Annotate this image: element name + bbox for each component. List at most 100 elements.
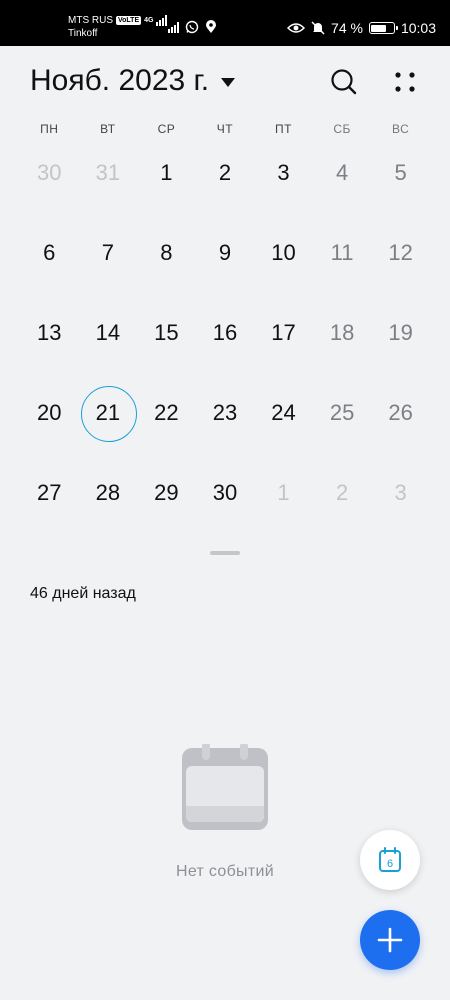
day-cell[interactable]: 30 bbox=[20, 144, 79, 202]
day-cell[interactable]: 30 bbox=[196, 464, 255, 522]
month-selector[interactable]: Нояб. 2023 г. bbox=[30, 64, 236, 98]
day-cell[interactable]: 16 bbox=[196, 304, 255, 362]
carrier-primary: MTS RUS bbox=[68, 15, 113, 26]
weekday-label: ВТ bbox=[100, 122, 116, 136]
day-cell[interactable]: 13 bbox=[20, 304, 79, 362]
whatsapp-icon bbox=[185, 20, 199, 34]
day-cell[interactable]: 1 bbox=[137, 144, 196, 202]
day-cell[interactable]: 18 bbox=[313, 304, 372, 362]
signal-icon bbox=[168, 21, 179, 33]
clock: 10:03 bbox=[400, 20, 436, 36]
weekday-label: ПТ bbox=[275, 122, 293, 136]
day-cell[interactable]: 17 bbox=[254, 304, 313, 362]
day-cell-today[interactable]: 21 bbox=[79, 384, 138, 442]
day-number: 24 bbox=[271, 400, 296, 425]
day-cell[interactable]: 26 bbox=[371, 384, 430, 442]
day-cell[interactable]: 1 bbox=[254, 464, 313, 522]
week-row: 27 28 29 30 1 2 3 bbox=[20, 464, 430, 544]
day-number: 20 bbox=[37, 400, 62, 425]
weekday-label: СР bbox=[157, 122, 176, 136]
day-number: 23 bbox=[212, 400, 238, 425]
day-number: 14 bbox=[95, 320, 121, 345]
today-button[interactable]: 6 bbox=[360, 830, 420, 890]
day-cell[interactable]: 10 bbox=[254, 224, 313, 282]
day-number: 27 bbox=[37, 480, 62, 505]
day-cell[interactable]: 3 bbox=[371, 464, 430, 522]
day-cell[interactable]: 9 bbox=[196, 224, 255, 282]
search-icon[interactable] bbox=[328, 66, 360, 98]
day-cell[interactable]: 12 bbox=[371, 224, 430, 282]
day-number: 26 bbox=[388, 400, 413, 425]
month-title: Нояб. 2023 г. bbox=[30, 64, 210, 97]
day-number: 29 bbox=[154, 480, 179, 505]
weekday-label: СБ bbox=[333, 122, 351, 136]
day-cell[interactable]: 11 bbox=[313, 224, 372, 282]
week-row: 6 7 8 9 10 11 12 bbox=[20, 224, 430, 304]
day-cell[interactable]: 7 bbox=[79, 224, 138, 282]
day-cell[interactable]: 4 bbox=[313, 144, 372, 202]
drag-handle[interactable] bbox=[210, 551, 240, 555]
day-number: 31 bbox=[95, 160, 121, 185]
day-number: 8 bbox=[160, 240, 173, 265]
day-number: 1 bbox=[277, 480, 290, 505]
day-number: 9 bbox=[218, 240, 232, 265]
eye-icon bbox=[287, 23, 306, 33]
weekday-label: ЧТ bbox=[216, 122, 234, 136]
day-cell[interactable]: 14 bbox=[79, 304, 138, 362]
day-cell[interactable]: 2 bbox=[196, 144, 255, 202]
add-event-button[interactable] bbox=[360, 910, 420, 970]
day-cell[interactable]: 5 bbox=[371, 144, 430, 202]
day-cell[interactable]: 15 bbox=[137, 304, 196, 362]
day-cell[interactable]: 22 bbox=[137, 384, 196, 442]
day-cell[interactable]: 19 bbox=[371, 304, 430, 362]
day-number: 6 bbox=[43, 240, 56, 265]
day-number: 15 bbox=[154, 320, 179, 345]
day-number: 30 bbox=[212, 480, 238, 505]
day-cell[interactable]: 20 bbox=[20, 384, 79, 442]
week-row: 13 14 15 16 17 18 19 bbox=[20, 304, 430, 384]
day-number: 5 bbox=[394, 160, 407, 185]
day-number: 3 bbox=[277, 160, 290, 185]
today-calendar-icon: 6 bbox=[379, 847, 401, 872]
battery-icon bbox=[368, 22, 398, 34]
battery-percent: 74 % bbox=[331, 20, 363, 36]
day-cell[interactable]: 24 bbox=[254, 384, 313, 442]
weekday-label: ВС bbox=[392, 122, 410, 136]
more-dots-icon[interactable] bbox=[388, 66, 422, 100]
carrier-info: MTS RUS VoLTE 4G Tinkoff bbox=[68, 14, 168, 40]
day-number: 10 bbox=[271, 240, 296, 265]
day-number: 2 bbox=[218, 160, 232, 185]
day-cell[interactable]: 29 bbox=[137, 464, 196, 522]
day-number: 4 bbox=[335, 160, 349, 185]
day-number: 1 bbox=[160, 160, 173, 185]
day-number: 17 bbox=[271, 320, 296, 345]
day-number: 22 bbox=[154, 400, 179, 425]
calendar-empty-icon bbox=[182, 744, 268, 830]
day-cell[interactable]: 31 bbox=[79, 144, 138, 202]
day-number: 12 bbox=[388, 240, 413, 265]
day-cell[interactable]: 28 bbox=[79, 464, 138, 522]
day-number: 3 bbox=[394, 480, 407, 505]
day-number: 11 bbox=[330, 240, 354, 265]
selected-date-info: 46 дней назад bbox=[30, 585, 136, 602]
day-cell[interactable]: 27 bbox=[20, 464, 79, 522]
day-cell[interactable]: 6 bbox=[20, 224, 79, 282]
day-number: 25 bbox=[329, 400, 355, 425]
weekday-header: ПН ВТ СР ЧТ ПТ СБ ВС bbox=[20, 122, 430, 136]
day-cell[interactable]: 25 bbox=[313, 384, 372, 442]
day-number: 18 bbox=[329, 320, 355, 345]
week-row: 20 21 22 23 24 25 26 bbox=[20, 384, 430, 464]
network-type: 4G bbox=[144, 17, 154, 24]
weekday-label: ПН bbox=[40, 122, 59, 136]
day-number: 7 bbox=[101, 240, 114, 265]
day-cell[interactable]: 23 bbox=[196, 384, 255, 442]
day-cell[interactable]: 2 bbox=[313, 464, 372, 522]
carrier-secondary: Tinkoff bbox=[68, 28, 98, 39]
day-number: 16 bbox=[212, 320, 238, 345]
day-cell[interactable]: 8 bbox=[137, 224, 196, 282]
day-cell[interactable]: 3 bbox=[254, 144, 313, 202]
day-number: 2 bbox=[335, 480, 349, 505]
today-number: 6 bbox=[387, 858, 393, 870]
location-icon bbox=[206, 20, 216, 33]
week-row: 30 31 1 2 3 4 5 bbox=[20, 144, 430, 224]
